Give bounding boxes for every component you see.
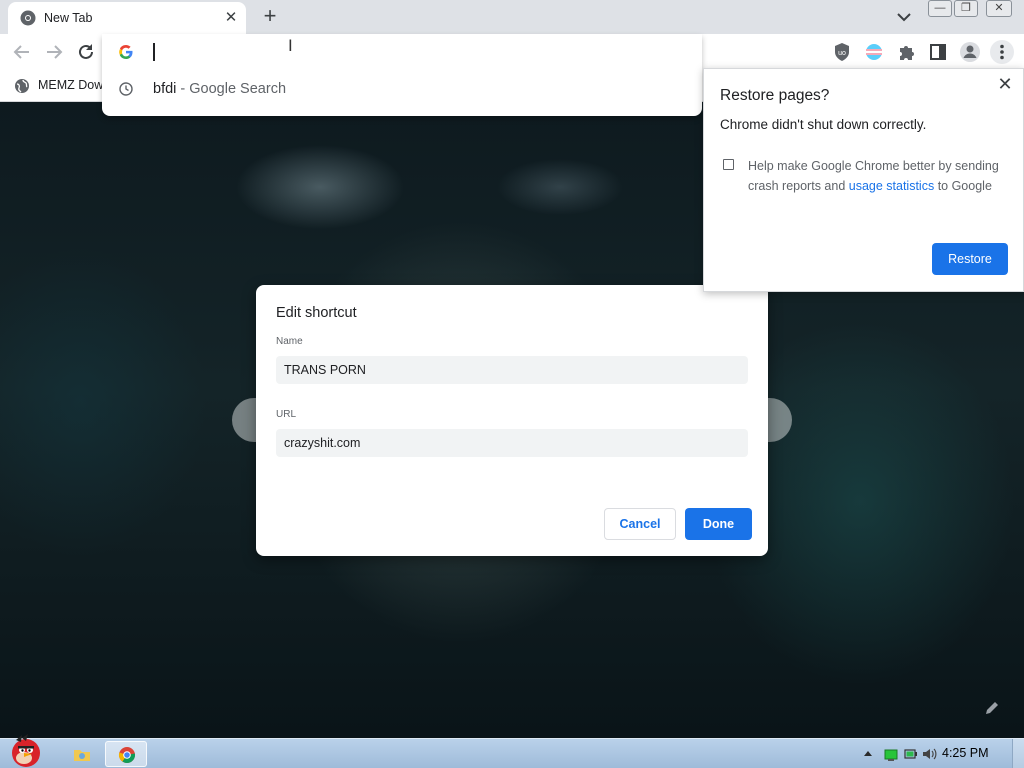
globe-icon <box>15 79 29 93</box>
dialog-title: Edit shortcut <box>276 305 357 321</box>
crash-report-checkbox[interactable] <box>723 159 734 170</box>
battery-icon[interactable] <box>903 746 919 762</box>
restore-button[interactable]: Restore <box>932 243 1008 275</box>
ublock-icon[interactable]: uo <box>829 39 855 65</box>
volume-icon[interactable] <box>921 746 937 762</box>
forward-arrow-icon[interactable] <box>43 41 65 63</box>
help-text-suffix: to Google <box>934 179 992 193</box>
reload-icon[interactable] <box>75 41 97 63</box>
url-field[interactable] <box>276 429 748 457</box>
taskbar-explorer[interactable] <box>60 741 102 767</box>
close-window-icon: ✕ <box>994 2 1004 14</box>
tab-new-tab[interactable]: New Tab ✕ <box>8 2 246 34</box>
explorer-folder-icon <box>74 750 90 761</box>
history-clock-icon <box>119 82 133 96</box>
cancel-button[interactable]: Cancel <box>604 508 676 540</box>
name-field[interactable] <box>276 356 748 384</box>
restore-window-icon: ❐ <box>961 2 971 14</box>
taskbar: 4:25 PM <box>0 734 1024 768</box>
customize-pencil-icon[interactable] <box>982 698 1002 718</box>
menu-icon[interactable] <box>989 39 1015 65</box>
omnibox[interactable]: Ι bfdi - Google Search <box>102 34 702 116</box>
suggestion-query: bfdi <box>153 81 177 97</box>
angry-bird-start-icon[interactable] <box>2 731 50 768</box>
bookmark-label: MEMZ Dow <box>38 78 104 92</box>
google-g-icon <box>119 45 133 59</box>
ibeam-cursor-icon: Ι <box>288 36 293 55</box>
taskbar-clock[interactable]: 4:25 PM <box>942 746 989 760</box>
usage-statistics-link[interactable]: usage statistics <box>849 179 934 193</box>
chrome-icon <box>118 747 136 763</box>
url-label: URL <box>276 409 297 420</box>
back-arrow-icon[interactable] <box>11 41 33 63</box>
network-icon[interactable] <box>883 746 899 762</box>
tab-title: New Tab <box>44 11 93 25</box>
suggestion-text: bfdi - Google Search <box>153 81 286 97</box>
new-tab-button[interactable]: + <box>258 5 282 29</box>
show-desktop-button[interactable] <box>1012 739 1024 768</box>
edit-shortcut-dialog: Edit shortcut Name URL Cancel Done <box>256 285 768 556</box>
tab-search-chevron-icon[interactable] <box>894 8 914 26</box>
restore-title: Restore pages? <box>720 87 830 104</box>
omnibox-suggestion[interactable]: bfdi - Google Search <box>102 72 702 106</box>
crash-report-label: Help make Google Chrome better by sendin… <box>748 156 1010 196</box>
minimize-button[interactable]: — <box>928 0 952 17</box>
maximize-button[interactable]: ❐ <box>954 0 978 17</box>
minimize-icon: — <box>934 2 946 14</box>
trans-flag-icon[interactable] <box>861 39 887 65</box>
text-caret <box>153 43 155 61</box>
suggestion-description: - Google Search <box>176 81 287 97</box>
close-icon[interactable]: ✕ <box>995 74 1015 94</box>
tab-strip: New Tab ✕ + — ❐ ✕ <box>0 0 1024 34</box>
show-hidden-icons-arrow[interactable] <box>860 746 876 762</box>
close-window-button[interactable]: ✕ <box>986 0 1012 17</box>
puzzle-icon[interactable] <box>893 39 919 65</box>
taskbar-chrome[interactable] <box>105 741 147 767</box>
chrome-icon <box>20 10 36 26</box>
restore-pages-bubble: Restore pages? ✕ Chrome didn't shut down… <box>703 68 1024 292</box>
done-button[interactable]: Done <box>685 508 752 540</box>
omnibox-input[interactable] <box>158 40 658 64</box>
tab-close-icon[interactable]: ✕ <box>222 9 240 27</box>
restore-message: Chrome didn't shut down correctly. <box>720 117 927 132</box>
profile-icon[interactable] <box>957 39 983 65</box>
side-panel-icon[interactable] <box>925 39 951 65</box>
name-label: Name <box>276 336 303 347</box>
svg-text:uo: uo <box>838 50 846 57</box>
